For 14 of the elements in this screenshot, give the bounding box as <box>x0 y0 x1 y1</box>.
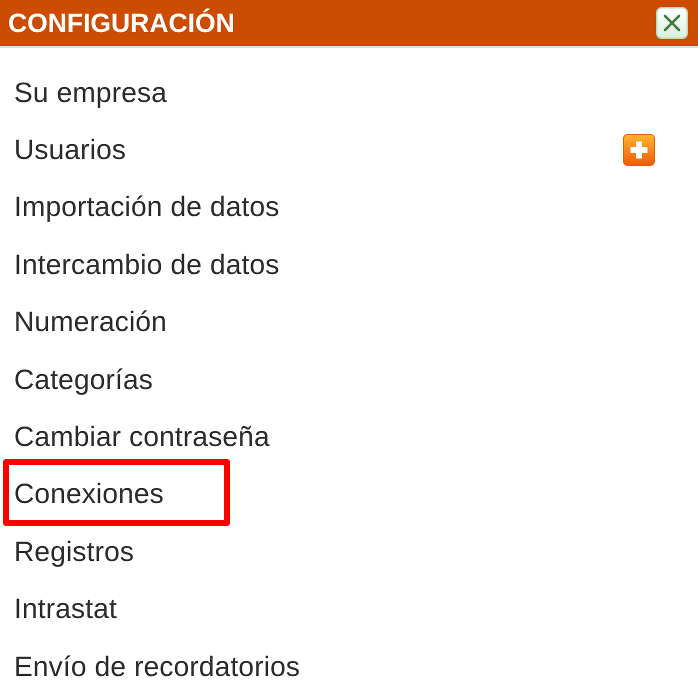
menu-item[interactable]: Importación de datos <box>14 191 280 224</box>
panel-title: CONFIGURACIÓN <box>8 8 235 38</box>
menu-item[interactable]: Categorías <box>14 364 153 396</box>
menu-item[interactable]: Registros <box>14 536 134 568</box>
menu-item[interactable]: Numeración <box>14 306 167 338</box>
menu-item[interactable]: Usuarios <box>14 134 126 166</box>
menu-item[interactable]: Intrastat <box>14 593 117 626</box>
menu-item[interactable]: Envío de recordatorios <box>14 650 300 683</box>
menu-item[interactable]: Su empresa <box>14 76 167 109</box>
menu-item[interactable]: Conexiones <box>14 478 164 510</box>
plus-icon[interactable] <box>623 134 655 166</box>
menu-item[interactable]: Intercambio de datos <box>14 248 280 281</box>
menu-item[interactable]: Cambiar contraseña <box>14 421 270 454</box>
close-icon[interactable] <box>656 7 688 39</box>
